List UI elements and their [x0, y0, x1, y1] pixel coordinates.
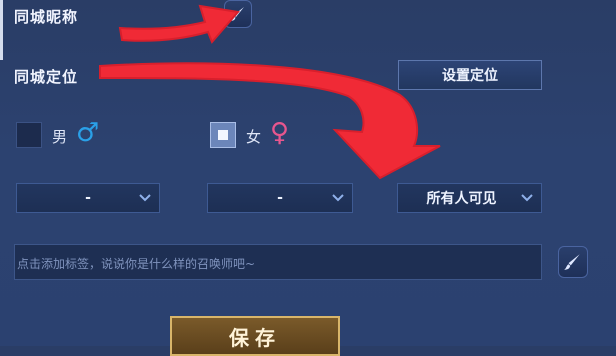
red-arrow-curve: [99, 62, 441, 180]
red-arrow-top: [118, 4, 240, 44]
annotation-arrows: [99, 4, 441, 180]
